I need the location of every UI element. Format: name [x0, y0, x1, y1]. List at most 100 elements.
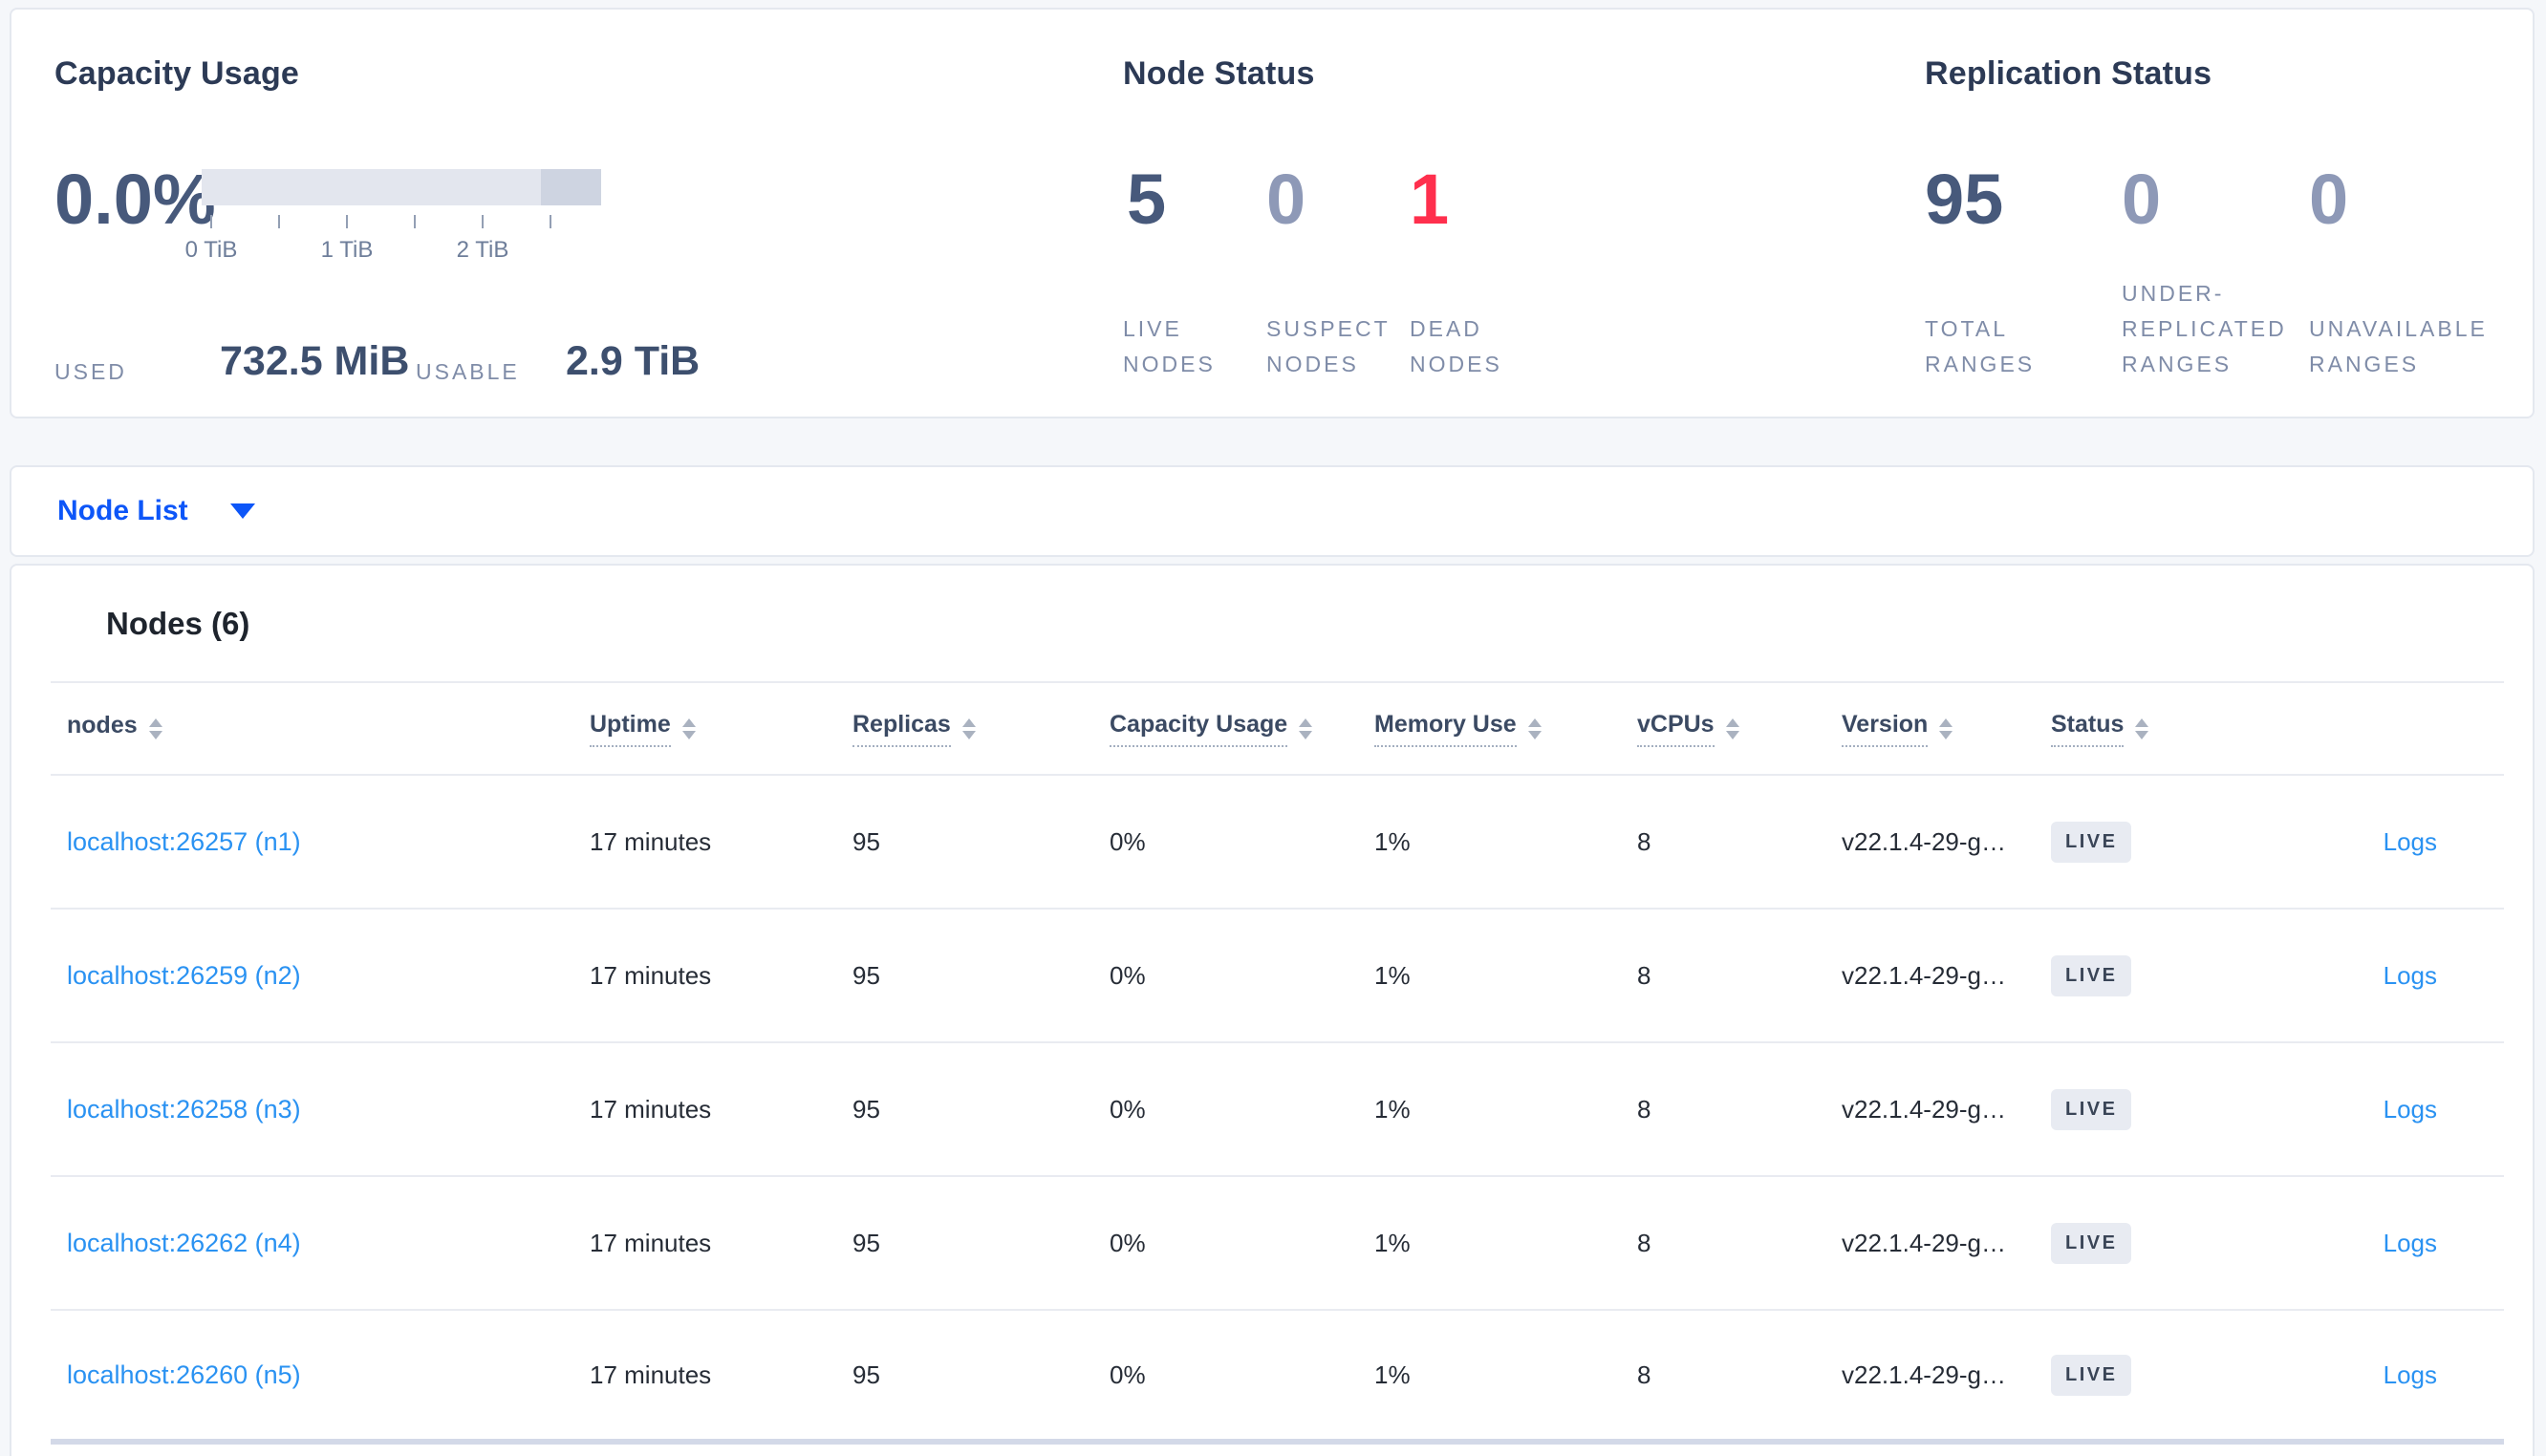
table-header-row: nodes Uptime Replicas Capacity Usage Mem… [51, 683, 2504, 776]
sort-icon[interactable] [2135, 717, 2149, 739]
node-link[interactable]: localhost:26260 (n5) [67, 1360, 301, 1389]
version-cell: v22.1.4-29-g… [1842, 1228, 2006, 1257]
chevron-down-icon [229, 503, 255, 519]
capacity-cell: 0% [1110, 1228, 1146, 1257]
dead-nodes-count: 1 [1410, 160, 1450, 239]
usable-label: USABLE [416, 359, 520, 384]
table-row: localhost:26262 (n4) 17 minutes 95 0% 1%… [51, 1177, 2504, 1311]
capacity-cell: 0% [1110, 1094, 1146, 1124]
column-header-vcpus[interactable]: vCPUs [1637, 711, 1842, 747]
vcpus-cell: 8 [1637, 826, 1651, 856]
memory-cell: 1% [1374, 1360, 1411, 1389]
view-selector-card: Node List [10, 465, 2535, 557]
capacity-cell: 0% [1110, 960, 1146, 990]
sort-icon[interactable] [1939, 717, 1953, 739]
sort-icon[interactable] [148, 717, 162, 739]
suspect-nodes-label: SUSPECT NODES [1266, 316, 1391, 376]
replicas-cell: 95 [852, 1360, 880, 1389]
node-status-title: Node Status [1123, 55, 1315, 92]
logs-link[interactable]: Logs [2384, 1229, 2437, 1257]
sort-icon[interactable] [1725, 717, 1739, 739]
node-list-dropdown-label: Node List [57, 495, 188, 526]
column-header-memory-use[interactable]: Memory Use [1374, 711, 1637, 747]
uptime-cell: 17 minutes [590, 1228, 712, 1257]
version-cell: v22.1.4-29-g… [1842, 826, 2006, 856]
column-header-replicas[interactable]: Replicas [852, 711, 1110, 747]
node-link[interactable]: localhost:26262 (n4) [67, 1229, 301, 1257]
used-label: USED [54, 359, 127, 384]
axis-tick-label: 2 TiB [456, 237, 509, 263]
node-link[interactable]: localhost:26257 (n1) [67, 827, 301, 856]
cluster-overview-page: Capacity Usage 0.0% 0 TiB 1 TiB 2 TiB US… [0, 0, 2546, 1456]
node-list-dropdown[interactable]: Node List [57, 467, 255, 555]
vcpus-cell: 8 [1637, 1360, 1651, 1389]
replicas-cell: 95 [852, 826, 880, 856]
uptime-cell: 17 minutes [590, 960, 712, 990]
version-cell: v22.1.4-29-g… [1842, 1094, 2006, 1124]
sort-icon[interactable] [681, 717, 696, 739]
node-link[interactable]: localhost:26259 (n2) [67, 961, 301, 990]
usable-value: 2.9 TiB [566, 338, 701, 384]
replicas-cell: 95 [852, 1094, 880, 1124]
capacity-percent: 0.0% [54, 160, 216, 239]
memory-cell: 1% [1374, 1094, 1411, 1124]
sort-icon[interactable] [1299, 717, 1313, 739]
capacity-usage-title: Capacity Usage [54, 55, 300, 92]
memory-cell: 1% [1374, 826, 1411, 856]
total-ranges-label: TOTAL RANGES [1925, 316, 2036, 376]
nodes-table-header: Nodes (6) [51, 566, 2504, 683]
table-row: localhost:26257 (n1) 17 minutes 95 0% 1%… [51, 776, 2504, 910]
capacity-cell: 0% [1110, 826, 1146, 856]
version-cell: v22.1.4-29-g… [1842, 1360, 2006, 1389]
sort-icon[interactable] [1527, 717, 1542, 739]
axis-tick [414, 215, 416, 228]
under-replicated-ranges-label: UNDER-REPLICATED RANGES [2122, 281, 2287, 376]
column-header-capacity-usage[interactable]: Capacity Usage [1110, 711, 1374, 747]
status-badge: LIVE [2051, 954, 2132, 996]
axis-tick [550, 215, 551, 228]
column-header-version[interactable]: Version [1842, 711, 2051, 747]
under-replicated-ranges-count: 0 [2122, 160, 2162, 239]
memory-cell: 1% [1374, 960, 1411, 990]
table-row: localhost:26260 (n5) 17 minutes 95 0% 1%… [51, 1311, 2504, 1445]
memory-cell: 1% [1374, 1228, 1411, 1257]
version-cell: v22.1.4-29-g… [1842, 960, 2006, 990]
capacity-bar-segment [541, 169, 601, 205]
logs-link[interactable]: Logs [2384, 827, 2437, 856]
status-badge: LIVE [2051, 821, 2132, 863]
column-header-status[interactable]: Status [2051, 711, 2328, 747]
cluster-summary-card: Capacity Usage 0.0% 0 TiB 1 TiB 2 TiB US… [10, 8, 2535, 418]
uptime-cell: 17 minutes [590, 1360, 712, 1389]
logs-link[interactable]: Logs [2384, 961, 2437, 990]
node-link[interactable]: localhost:26258 (n3) [67, 1095, 301, 1124]
status-badge: LIVE [2051, 1222, 2132, 1264]
status-badge: LIVE [2051, 1354, 2132, 1396]
vcpus-cell: 8 [1637, 1228, 1651, 1257]
status-badge: LIVE [2051, 1088, 2132, 1130]
axis-tick [482, 215, 484, 228]
logs-link[interactable]: Logs [2384, 1095, 2437, 1124]
axis-tick [210, 215, 212, 228]
replicas-cell: 95 [852, 960, 880, 990]
used-value: 732.5 MiB [220, 338, 410, 384]
capacity-cell: 0% [1110, 1360, 1146, 1389]
unavailable-ranges-label: UNAVAILABLE RANGES [2309, 316, 2488, 376]
table-row: localhost:26259 (n2) 17 minutes 95 0% 1%… [51, 910, 2504, 1043]
nodes-table-title: Nodes (6) [106, 605, 250, 641]
nodes-table-card: Nodes (6) nodes Uptime Replicas Capacity… [10, 564, 2535, 1456]
replicas-cell: 95 [852, 1228, 880, 1257]
dead-nodes-label: DEAD NODES [1410, 316, 1502, 376]
table-row: localhost:26258 (n3) 17 minutes 95 0% 1%… [51, 1043, 2504, 1177]
axis-tick [278, 215, 280, 228]
sort-icon[interactable] [961, 717, 976, 739]
logs-link[interactable]: Logs [2384, 1360, 2437, 1389]
column-header-nodes[interactable]: nodes [67, 712, 590, 746]
axis-tick-label: 1 TiB [320, 237, 374, 263]
uptime-cell: 17 minutes [590, 1094, 712, 1124]
suspect-nodes-count: 0 [1266, 160, 1306, 239]
vcpus-cell: 8 [1637, 1094, 1651, 1124]
replication-status-title: Replication Status [1925, 55, 2212, 92]
unavailable-ranges-count: 0 [2309, 160, 2349, 239]
total-ranges-count: 95 [1925, 160, 2004, 239]
column-header-uptime[interactable]: Uptime [590, 711, 852, 747]
